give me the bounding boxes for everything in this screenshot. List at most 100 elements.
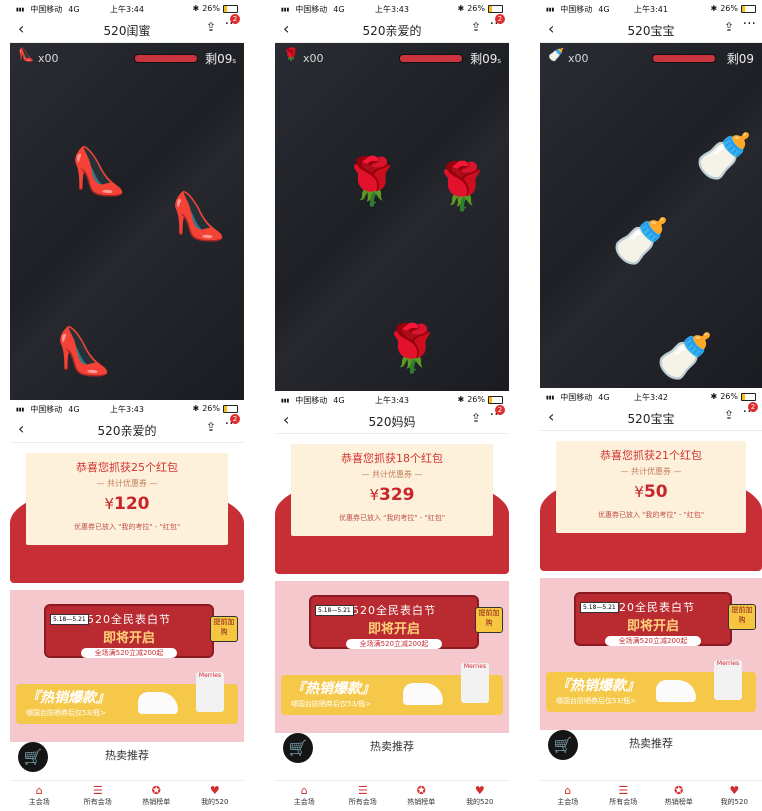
game-area[interactable]: 👠 x00 剩09s 👠 👠 👠 xyxy=(10,43,244,400)
timer-text: 剩09s xyxy=(470,50,501,67)
bluetooth-icon: ✱ xyxy=(192,4,200,13)
tab-hot-list[interactable]: ✪ 热销榜单 xyxy=(651,781,707,811)
heart-icon: ♥ xyxy=(209,784,220,797)
coupon-subtitle: — 共计优惠券 — xyxy=(96,479,158,488)
tab-main[interactable]: ⌂ 主会场 xyxy=(275,781,334,811)
tab-label: 所有会场 xyxy=(348,798,377,806)
rose-item[interactable]: 🌹 xyxy=(433,163,490,209)
promo-board[interactable]: 520全民表白节 即将开启 全场满520立减200起 xyxy=(574,592,732,646)
cart-button[interactable]: 🛒 xyxy=(18,742,48,772)
cart-button[interactable]: 🛒 xyxy=(548,730,578,760)
status-bar: ▮▮▮ 中国移动 4G 上午3:44 ✱ 26% xyxy=(10,0,244,16)
pacifier-item[interactable]: 🍼 xyxy=(695,133,752,179)
battery-percent: 26% xyxy=(467,4,485,13)
tab-all-venues[interactable]: ☰ 所有会场 xyxy=(596,781,652,811)
coupon-subtitle: — 共计优惠券 — xyxy=(620,467,682,476)
hot-sale-strip[interactable]: 『热销爆款』 哪国台防晒券后仅53/瓶> Merries xyxy=(16,672,238,724)
share-icon[interactable]: ⇪ xyxy=(206,20,216,34)
share-icon[interactable]: ⇪ xyxy=(471,20,481,34)
battery-info: ✱ 26% xyxy=(458,395,503,404)
coupon-note: 优惠券已放入 "我的考拉" - "红包" xyxy=(73,523,181,531)
timer-value: 剩09 xyxy=(726,52,754,66)
promo-banner[interactable]: 520全民表白节 即将开启 全场满520立减200起 5.18—5.21 提前加购『热销… xyxy=(10,590,244,742)
rose-item[interactable]: 🌹 xyxy=(383,325,440,371)
hot-sale-strip[interactable]: 『热销爆款』 哪国台防晒券后仅53/瓶> Merries xyxy=(546,660,756,712)
pacifier-item[interactable]: 🍼 xyxy=(656,333,713,379)
promo-big-text: 即将开启 xyxy=(626,619,679,634)
status-bar: ▮▮▮ 中国移动 4G 上午3:41 ✱ 26% xyxy=(540,0,762,16)
notification-badge: 2 xyxy=(495,14,505,24)
red-envelope-result: 恭喜您抓获18个红包 — 共计优惠券 — ¥329 优惠券已放入 "我的考拉" - "… xyxy=(275,434,509,579)
game-hud: 🌹 x00 剩09s xyxy=(279,47,505,67)
tab-my-520[interactable]: ♥ 我的520 xyxy=(186,781,245,811)
pre-add-cart-button[interactable]: 提前加购 xyxy=(475,607,503,633)
game-area[interactable]: 🌹 x00 剩09s 🌹 🌹 🌹 xyxy=(275,43,509,391)
battery-icon xyxy=(741,392,756,401)
promo-banner[interactable]: 520全民表白节 即将开启 全场满520立减200起 5.18—5.21 提前加购 『热销… xyxy=(540,578,762,730)
pacifier-item[interactable]: 🍼 xyxy=(612,218,669,264)
diaper-pack-image: Merries xyxy=(461,663,489,703)
timer-bar xyxy=(399,54,463,63)
tab-main[interactable]: ⌂ 主会场 xyxy=(540,781,596,811)
tab-label: 主会场 xyxy=(557,798,579,806)
tab-bar: ⌂ 主会场 ☰ 所有会场 ✪ 热销榜单 ♥ 我的520 xyxy=(275,780,509,811)
battery-icon xyxy=(488,395,503,404)
high-heel-item[interactable]: 👠 xyxy=(70,148,127,194)
promo-banner[interactable]: 520全民表白节 即将开启 全场满520立减200起 5.18—5.21 提前加购『热销… xyxy=(275,581,509,733)
tab-label: 主会场 xyxy=(293,798,315,806)
tab-all-venues[interactable]: ☰ 所有会场 xyxy=(69,781,128,811)
coupon-note: 优惠券已放入 "我的考拉" - "红包" xyxy=(338,514,446,522)
pacifier-icon: 🍼 xyxy=(548,48,565,63)
award-icon: ✪ xyxy=(674,784,684,797)
tab-my-520[interactable]: ♥ 我的520 xyxy=(707,781,762,811)
date-tag: 5.18—5.21 xyxy=(315,605,354,616)
red-envelope-result: 恭喜您抓获25个红包 — 共计优惠券 — ¥120 优惠券已放入 "我的考拉" - "… xyxy=(10,443,244,588)
date-tag: 5.18—5.21 xyxy=(50,614,89,625)
promo-board[interactable]: 520全民表白节 即将开启 全场满520立减200起 xyxy=(44,604,214,658)
promo-board[interactable]: 520全民表白节 即将开启 全场满520立减200起 xyxy=(309,595,479,649)
pre-add-cart-button[interactable]: 提前加购 xyxy=(728,604,756,630)
heart-icon: ♥ xyxy=(729,784,740,797)
share-icon[interactable]: ⇪ xyxy=(206,420,216,434)
tab-hot-list[interactable]: ✪ 热销榜单 xyxy=(127,781,186,811)
hot-sale-sub: 哪国台防晒券后仅53/瓶> xyxy=(556,697,637,705)
timer-bar xyxy=(652,54,716,63)
heart-icon: ♥ xyxy=(474,784,485,797)
tab-my-520[interactable]: ♥ 我的520 xyxy=(451,781,510,811)
currency-symbol: ¥ xyxy=(634,483,644,501)
tab-bar: ⌂ 主会场 ☰ 所有会场 ✪ 热销榜单 ♥ 我的520 xyxy=(540,780,762,811)
status-bar: ▮▮▮ 中国移动 4G 上午3:43 ✱ 26% xyxy=(10,400,244,416)
high-heel-item[interactable]: 👠 xyxy=(55,328,112,374)
game-panel-2: ▮▮▮ 中国移动 4G 上午3:43 ✱ 26% ‹ 520亲爱的 ⇪ ··· 2 🌹 x00 剩09s 🌹… xyxy=(275,0,509,391)
congrats-text: 恭喜您抓获18个红包 xyxy=(341,452,443,465)
share-icon[interactable]: ⇪ xyxy=(724,408,734,422)
cart-button[interactable]: 🛒 xyxy=(283,733,313,763)
tab-hot-list[interactable]: ✪ 热销榜单 xyxy=(392,781,451,811)
red-envelope-result: 恭喜您抓获21个红包 — 共计优惠券 — ¥50 优惠券已放入 "我的考拉" - "红… xyxy=(540,431,762,576)
timer-unit: s xyxy=(497,57,501,65)
tab-label: 我的520 xyxy=(466,798,494,806)
tab-bar: ⌂ 主会场 ☰ 所有会场 ✪ 热销榜单 ♥ 我的520 xyxy=(10,780,244,811)
battery-percent: 26% xyxy=(202,404,220,413)
promo-pill: 全场满520立减200起 xyxy=(346,639,442,649)
pre-add-cart-button[interactable]: 提前加购 xyxy=(210,616,238,642)
high-heel-item[interactable]: 👠 xyxy=(170,193,227,239)
tab-main[interactable]: ⌂ 主会场 xyxy=(10,781,69,811)
battery-info: ✱ 26% xyxy=(193,404,238,413)
hot-sale-strip[interactable]: 『热销爆款』 哪国台防晒券后仅53/瓶> Merries xyxy=(281,663,503,715)
battery-icon xyxy=(223,404,238,413)
share-icon[interactable]: ⇪ xyxy=(471,411,481,425)
tab-label: 热销榜单 xyxy=(142,798,171,806)
nav-bar: ‹ 520亲爱的 ⇪ ··· 2 xyxy=(10,414,244,443)
timer-bar xyxy=(134,54,198,63)
rose-item[interactable]: 🌹 xyxy=(343,158,400,204)
game-panel-1: ▮▮▮ 中国移动 4G 上午3:44 ✱ 26% ‹ 520闺蜜 ⇪ ··· 2 👠 x00 剩09s 👠 👠… xyxy=(10,0,244,400)
game-area[interactable]: 🍼 x00 剩09 🍼 🍼 🍼 xyxy=(540,43,762,388)
high-heel-icon: 👠 xyxy=(18,48,35,63)
status-bar: ▮▮▮ 中国移动 4G 上午3:42 ✱ 26% xyxy=(540,388,762,404)
more-icon[interactable]: ··· xyxy=(743,16,756,32)
rose-icon: 🌹 xyxy=(283,48,300,63)
tab-all-venues[interactable]: ☰ 所有会场 xyxy=(334,781,393,811)
pack-brand: Merries xyxy=(463,663,487,670)
share-icon[interactable]: ⇪ xyxy=(724,20,734,34)
